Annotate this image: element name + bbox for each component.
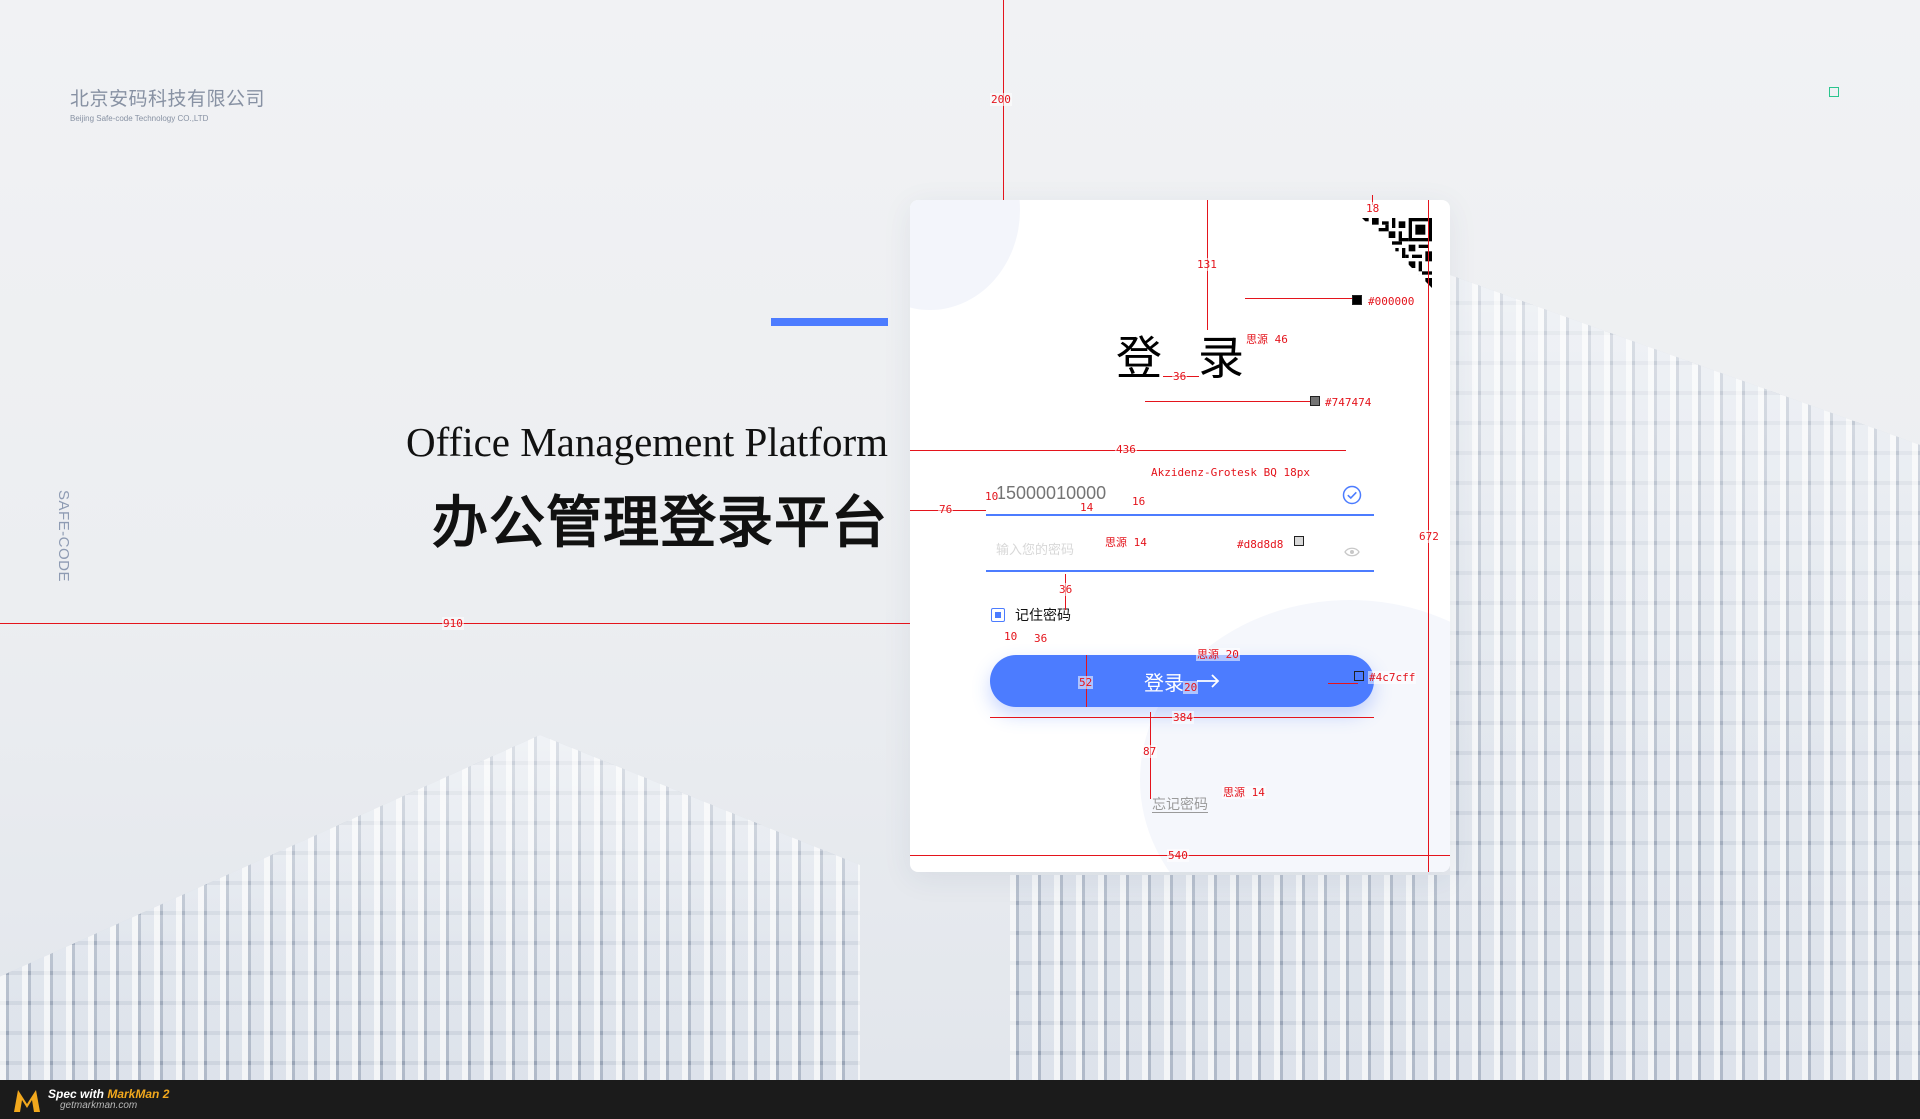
qr-code-icon[interactable] <box>1362 218 1432 288</box>
qr-code-login-toggle[interactable] <box>1340 200 1450 310</box>
login-button[interactable]: 登录 <box>990 655 1374 707</box>
markman-footer: Spec with MarkMan 2 getmarkman.com <box>0 1080 1920 1119</box>
markman-brand: MarkMan 2 <box>107 1086 170 1101</box>
remember-checkbox[interactable] <box>991 608 1005 622</box>
accent-bar <box>771 318 888 326</box>
eye-icon[interactable] <box>1344 546 1360 558</box>
markman-logo-icon <box>14 1089 40 1112</box>
markman-url: getmarkman.com <box>60 1099 138 1111</box>
corner-square-icon <box>1829 87 1839 97</box>
card-decoration <box>1140 600 1450 872</box>
password-field <box>986 518 1374 572</box>
password-input[interactable] <box>996 534 1326 564</box>
username-input[interactable] <box>996 478 1326 508</box>
company-name-cn: 北京安码科技有限公司 <box>70 88 266 110</box>
company-name-en: Beijing Safe-code Technology CO.,LTD <box>70 114 209 123</box>
check-circle-icon <box>1342 485 1362 505</box>
remember-label: 记住密码 <box>1015 608 1071 624</box>
hero-title-en: Office Management Platform <box>406 419 888 465</box>
company-logo: 北京安码科技有限公司 Beijing Safe-code Technology … <box>70 84 265 123</box>
username-field <box>986 462 1374 516</box>
arrow-right-icon <box>1197 674 1220 688</box>
forgot-password-link[interactable]: 忘记密码 <box>910 794 1450 814</box>
login-button-label: 登录 <box>1144 670 1184 695</box>
markman-prefix: Spec with <box>48 1086 108 1101</box>
login-title: 登录 <box>1116 331 1280 385</box>
hero-title-cn: 办公管理登录平台 <box>432 491 888 556</box>
login-card: 登录 记住密码 登录 忘记密码 <box>910 200 1450 872</box>
side-label: SAFE-CODE <box>55 490 72 583</box>
card-decoration <box>910 200 1020 310</box>
remember-password[interactable]: 记住密码 <box>991 605 1071 625</box>
markman-credit[interactable]: Spec with MarkMan 2 getmarkman.com <box>48 1088 169 1112</box>
